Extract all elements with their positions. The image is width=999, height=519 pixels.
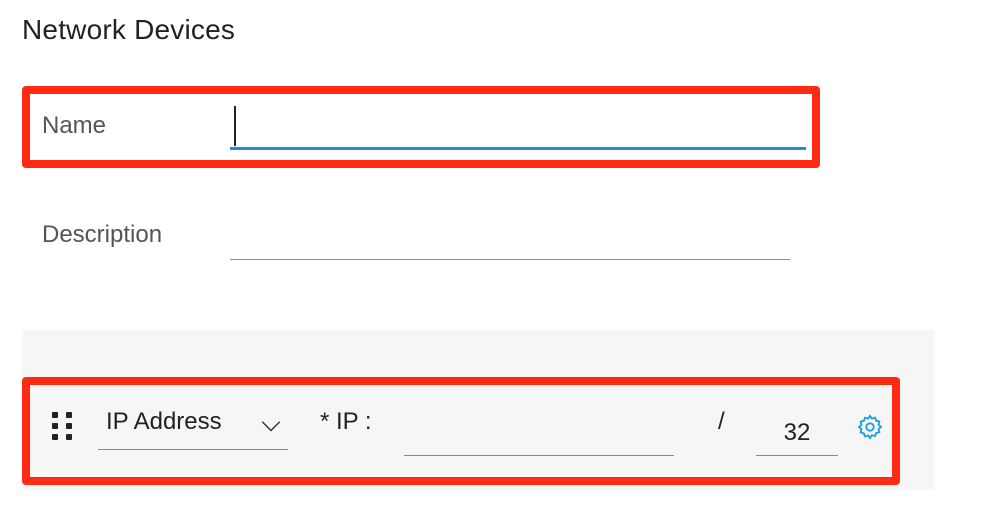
drag-handle-icon[interactable]: [52, 412, 78, 440]
description-label: Description: [42, 221, 162, 249]
page-title: Network Devices: [22, 14, 235, 46]
ip-settings-button[interactable]: [856, 413, 884, 441]
text-caret: [234, 106, 236, 146]
gear-icon: [856, 413, 884, 441]
ip-field-label: * IP :: [320, 408, 372, 436]
ip-type-select-value: IP Address: [106, 408, 222, 436]
name-input[interactable]: [230, 104, 806, 150]
description-input[interactable]: [230, 214, 790, 260]
chevron-down-icon: [260, 420, 282, 434]
ip-type-select[interactable]: IP Address: [98, 396, 288, 450]
ip-mask-input[interactable]: [756, 410, 838, 456]
name-label: Name: [42, 112, 106, 140]
ip-mask-separator: /: [718, 408, 725, 436]
ip-input[interactable]: [404, 410, 674, 456]
